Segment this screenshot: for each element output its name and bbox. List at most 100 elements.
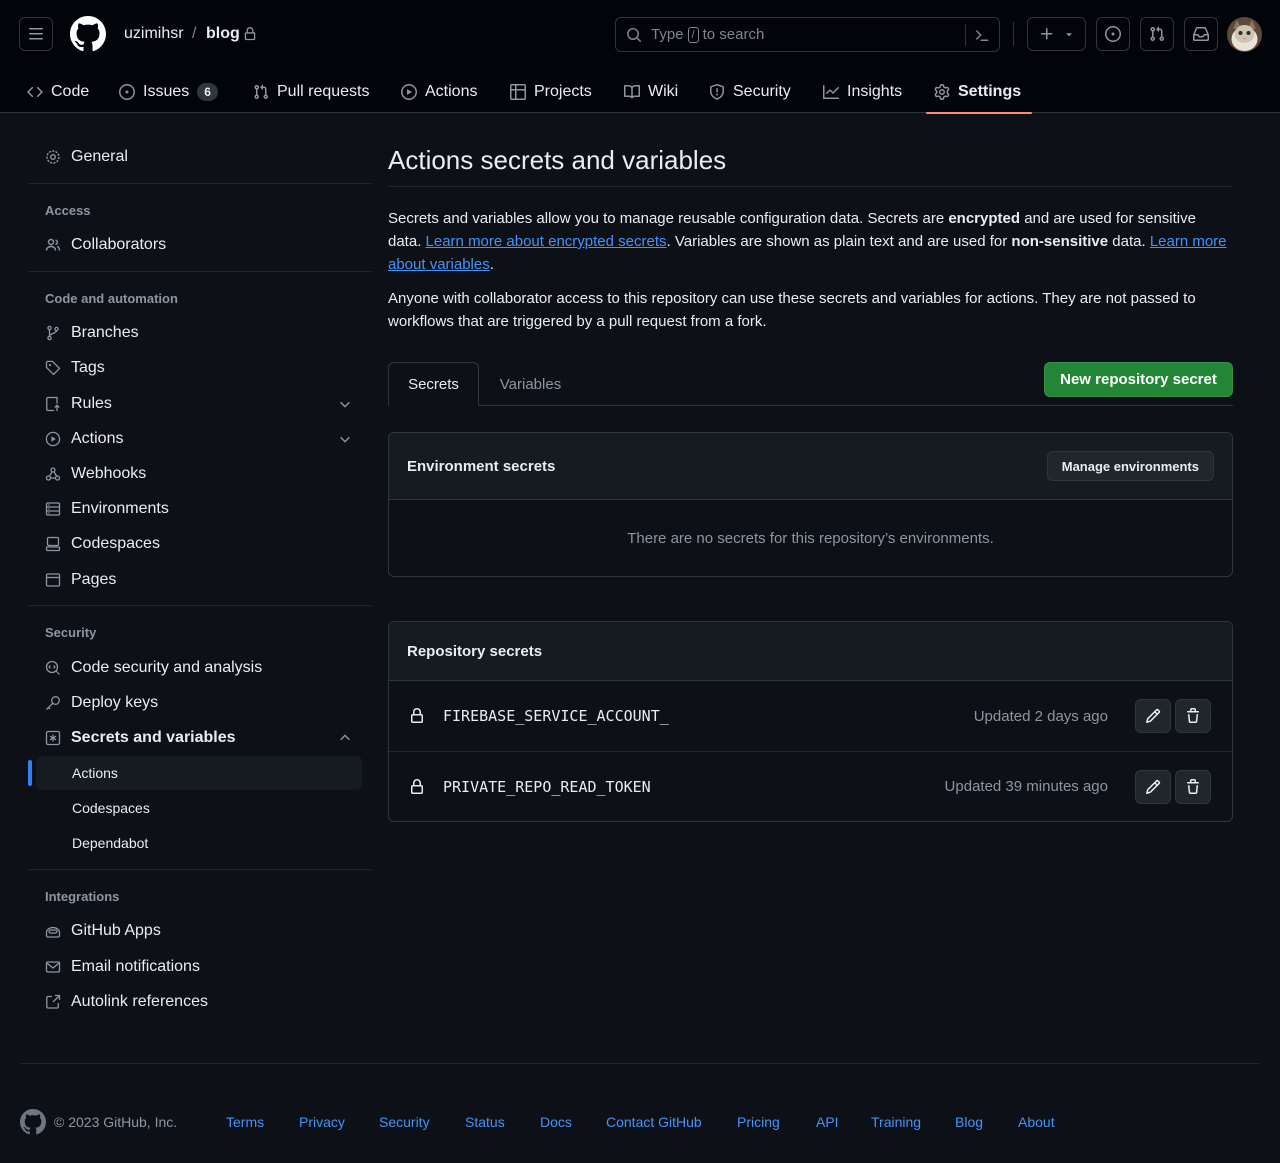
footer-link-security[interactable]: Security bbox=[379, 1114, 430, 1130]
sidebar-item-label: Secrets and variables bbox=[71, 729, 236, 746]
search-placeholder: Type / to search bbox=[651, 26, 765, 43]
sidebar-item-github-apps[interactable]: GitHub Apps bbox=[36, 915, 362, 947]
sidebar-heading-code-automation: Code and automation bbox=[45, 291, 178, 306]
menu-icon bbox=[29, 28, 43, 40]
issues-button[interactable] bbox=[1096, 17, 1130, 51]
footer-link-blog[interactable]: Blog bbox=[955, 1114, 983, 1130]
key-asterisk-icon bbox=[45, 730, 61, 746]
play-icon bbox=[45, 431, 61, 447]
tab-wiki[interactable]: Wiki bbox=[616, 70, 686, 113]
sidebar-subitem-dependabot[interactable]: Dependabot bbox=[36, 826, 362, 860]
graph-icon bbox=[823, 84, 839, 100]
tab-label: Security bbox=[733, 82, 791, 100]
environment-secrets-empty-message: There are no secrets for this repository… bbox=[627, 529, 994, 547]
chevron-down-icon bbox=[338, 432, 352, 446]
footer-link-terms[interactable]: Terms bbox=[226, 1114, 264, 1130]
search-divider bbox=[965, 24, 966, 46]
environment-secrets-box: Environment secrets Manage environments … bbox=[388, 432, 1233, 577]
sidebar-item-label: Tags bbox=[71, 359, 105, 376]
footer-link-docs[interactable]: Docs bbox=[540, 1114, 572, 1130]
edit-secret-button[interactable] bbox=[1135, 699, 1171, 733]
repository-nav: Code Issues 6 Pull requests Actions Proj… bbox=[0, 70, 1280, 114]
edit-secret-button[interactable] bbox=[1135, 770, 1171, 804]
header-divider bbox=[1013, 22, 1014, 46]
tab-label: Actions bbox=[425, 82, 478, 100]
sidebar-subitem-actions[interactable]: Actions bbox=[36, 756, 362, 790]
create-new-button[interactable] bbox=[1027, 17, 1086, 51]
github-logo-icon[interactable] bbox=[70, 16, 106, 52]
tab-projects[interactable]: Projects bbox=[502, 70, 600, 113]
active-item-indicator bbox=[28, 760, 32, 786]
sidebar-item-label: Email notifications bbox=[71, 958, 200, 975]
search-icon bbox=[626, 27, 642, 43]
gear-icon bbox=[45, 149, 61, 165]
tab-actions[interactable]: Actions bbox=[393, 70, 485, 113]
search-input[interactable]: Type / to search bbox=[615, 17, 1000, 52]
sidebar-item-environments[interactable]: Environments bbox=[36, 493, 362, 525]
sidebar-item-tags[interactable]: Tags bbox=[36, 352, 362, 384]
description-paragraph: Secrets and variables allow you to manag… bbox=[388, 210, 1227, 273]
secret-name: PRIVATE_REPO_READ_TOKEN bbox=[443, 777, 651, 796]
tab-code[interactable]: Code bbox=[19, 70, 97, 113]
new-repository-secret-button[interactable]: New repository secret bbox=[1044, 362, 1233, 397]
sidebar-item-rules[interactable]: Rules bbox=[36, 388, 362, 420]
footer-link-training[interactable]: Training bbox=[871, 1114, 921, 1130]
user-avatar[interactable] bbox=[1227, 17, 1262, 52]
server-icon bbox=[45, 501, 61, 517]
pull-requests-button[interactable] bbox=[1140, 17, 1174, 51]
sidebar-item-secrets-variables[interactable]: Secrets and variables bbox=[36, 722, 362, 754]
command-palette-icon[interactable] bbox=[974, 27, 990, 43]
breadcrumb-repo[interactable]: blog bbox=[206, 25, 240, 43]
environment-secrets-header: Environment secrets Manage environments bbox=[389, 433, 1232, 500]
sidebar-item-actions[interactable]: Actions bbox=[36, 423, 362, 455]
footer-link-privacy[interactable]: Privacy bbox=[299, 1114, 345, 1130]
tab-insights[interactable]: Insights bbox=[815, 70, 910, 113]
tab-label: Pull requests bbox=[277, 82, 370, 100]
private-lock-icon bbox=[243, 27, 257, 41]
tab-issues[interactable]: Issues 6 bbox=[111, 70, 226, 113]
manage-environments-button[interactable]: Manage environments bbox=[1046, 451, 1214, 481]
sidebar-item-codespaces[interactable]: Codespaces bbox=[36, 528, 362, 560]
chevron-up-icon bbox=[338, 731, 352, 745]
inbox-button[interactable] bbox=[1184, 17, 1218, 51]
sidebar-item-branches[interactable]: Branches bbox=[36, 317, 362, 349]
hamburger-menu-button[interactable] bbox=[19, 17, 53, 51]
sidebar-item-pages[interactable]: Pages bbox=[36, 564, 362, 596]
sidebar-item-deploy-keys[interactable]: Deploy keys bbox=[36, 687, 362, 719]
global-header: uzimihsr / blog Type / to search Code Is… bbox=[0, 0, 1280, 114]
tag-icon bbox=[45, 360, 61, 376]
cross-reference-icon bbox=[45, 994, 61, 1010]
sidebar-item-code-security[interactable]: Code security and analysis bbox=[36, 652, 362, 684]
footer-divider bbox=[20, 1063, 1260, 1064]
sidebar-item-email-notifications[interactable]: Email notifications bbox=[36, 951, 362, 983]
footer-link-contact[interactable]: Contact GitHub bbox=[606, 1114, 702, 1130]
tab-pull-requests[interactable]: Pull requests bbox=[245, 70, 378, 113]
play-icon bbox=[401, 83, 417, 100]
footer-link-api[interactable]: API bbox=[816, 1114, 839, 1130]
sidebar-subitem-codespaces[interactable]: Codespaces bbox=[36, 791, 362, 825]
tab-secrets[interactable]: Secrets bbox=[388, 362, 479, 406]
footer-link-status[interactable]: Status bbox=[465, 1114, 505, 1130]
learn-encrypted-secrets-link[interactable]: Learn more about encrypted secrets bbox=[426, 233, 667, 250]
mail-icon bbox=[45, 959, 61, 975]
title-divider bbox=[388, 186, 1233, 187]
sidebar-item-autolink-references[interactable]: Autolink references bbox=[36, 986, 362, 1018]
footer-link-pricing[interactable]: Pricing bbox=[737, 1114, 780, 1130]
github-mark-icon[interactable] bbox=[20, 1109, 46, 1135]
tab-security[interactable]: Security bbox=[701, 70, 799, 113]
sidebar-item-label: Code security and analysis bbox=[71, 659, 263, 676]
sidebar-item-collaborators[interactable]: Collaborators bbox=[36, 229, 362, 261]
table-icon bbox=[510, 83, 526, 100]
secret-updated-time: Updated 2 days ago bbox=[973, 707, 1108, 725]
repository-secrets-title: Repository secrets bbox=[407, 642, 543, 660]
sidebar-item-webhooks[interactable]: Webhooks bbox=[36, 458, 362, 490]
tab-variables[interactable]: Variables bbox=[489, 362, 572, 406]
delete-secret-button[interactable] bbox=[1175, 699, 1211, 733]
delete-secret-button[interactable] bbox=[1175, 770, 1211, 804]
sidebar-item-general[interactable]: General bbox=[36, 141, 362, 173]
tab-settings[interactable]: Settings bbox=[926, 70, 1032, 114]
plus-icon bbox=[1040, 28, 1052, 40]
hubot-icon bbox=[45, 923, 61, 939]
footer-link-about[interactable]: About bbox=[1018, 1114, 1055, 1130]
breadcrumb-owner[interactable]: uzimihsr bbox=[124, 25, 184, 43]
